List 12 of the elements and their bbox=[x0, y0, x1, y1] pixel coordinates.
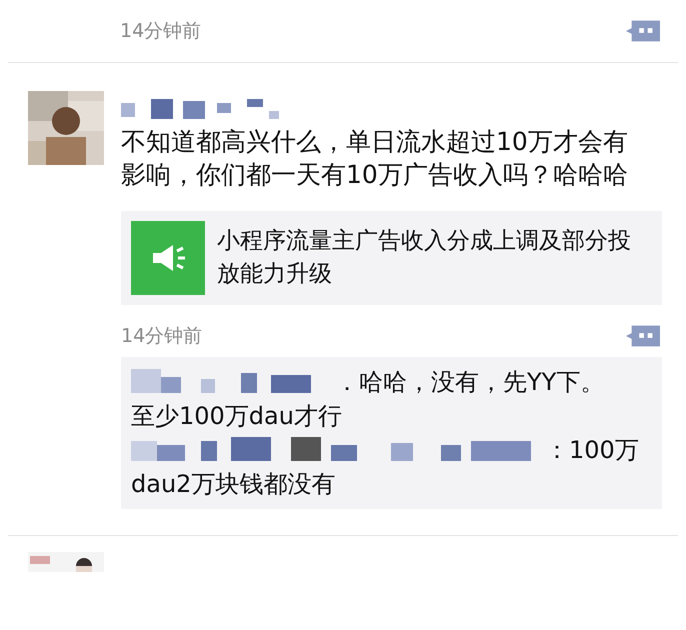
comment-text: ：100万 bbox=[545, 436, 639, 464]
comment-icon[interactable] bbox=[626, 325, 660, 347]
timestamp: 14分钟前 bbox=[120, 19, 202, 44]
comment-text: dau2万块钱都没有 bbox=[131, 469, 336, 500]
comment-text: ．哈哈，没有，先YY下。 bbox=[335, 368, 604, 396]
comment-text: 至少100万dau才行 bbox=[131, 401, 342, 432]
shared-link-card[interactable]: 小程序流量主广告收入分成上调及部分投放能力升级 bbox=[121, 211, 662, 305]
comment-icon[interactable] bbox=[626, 20, 660, 42]
post-text: 不知道都高兴什么，单日流水超过10万才会有影响，你们都一天有10万广告收入吗？哈哈哈 bbox=[121, 126, 629, 191]
megaphone-icon bbox=[131, 221, 205, 295]
link-title: 小程序流量主广告收入分成上调及部分投放能力升级 bbox=[217, 227, 632, 289]
timestamp: 14分钟前 bbox=[121, 324, 202, 349]
